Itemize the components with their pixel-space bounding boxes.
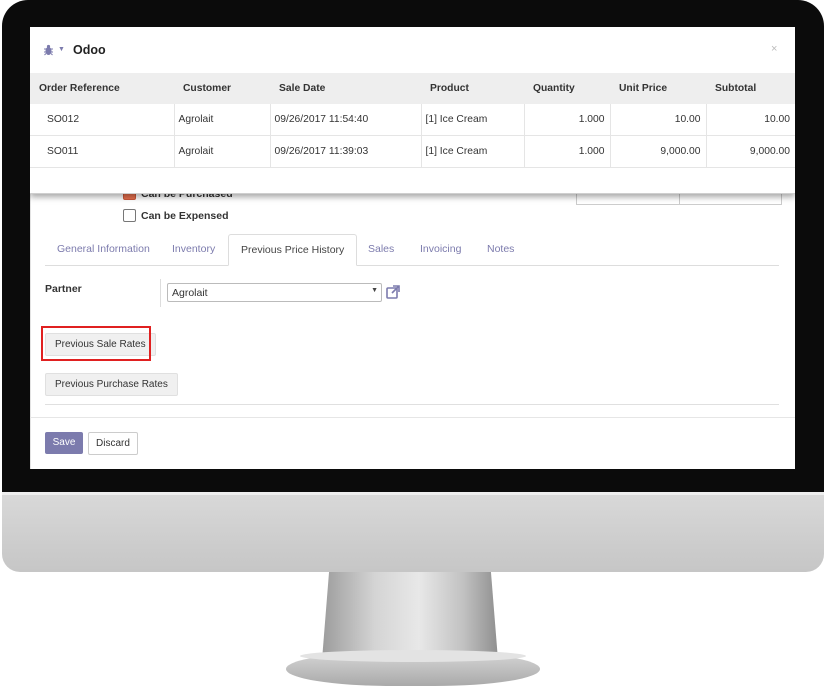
divider (45, 404, 779, 405)
column-header[interactable]: Sale Date (270, 73, 421, 104)
column-header[interactable]: Quantity (524, 73, 610, 104)
bug-icon[interactable] (43, 44, 54, 56)
unit-price-cell: 9,000.00 (610, 135, 707, 168)
product-cell: [1] Ice Cream (421, 104, 525, 136)
dialog-title: Odoo (73, 43, 106, 57)
table-header-row: Order Reference Customer Sale Date Produ… (30, 73, 795, 104)
tab-invoicing[interactable]: Invoicing (420, 234, 461, 265)
can-be-expensed-checkbox[interactable] (123, 209, 136, 222)
monitor-stand-neck (322, 572, 498, 660)
quantity-cell: 1.000 (524, 135, 611, 168)
subtotal-cell: 9,000.00 (706, 135, 795, 168)
order-reference-cell: SO012 (30, 104, 175, 136)
price-history-dialog: ▼ Odoo × Order Reference Customer Sale D… (30, 27, 795, 194)
chevron-down-icon[interactable]: ▼ (371, 287, 378, 294)
close-icon[interactable]: × (771, 43, 777, 55)
dialog-header: ▼ Odoo × (30, 27, 795, 73)
table-row[interactable]: SO011 Agrolait 09/26/2017 11:39:03 [1] I… (30, 135, 795, 168)
field-separator (160, 279, 161, 307)
footer-divider (30, 417, 795, 418)
monitor-stand-foot-top (300, 650, 526, 662)
tab-notes[interactable]: Notes (487, 234, 514, 265)
notebook-tabs: General Information Inventory Previous P… (45, 234, 779, 266)
column-header[interactable]: Customer (174, 73, 270, 104)
tab-sales[interactable]: Sales (368, 234, 394, 265)
monitor-chin-highlight (2, 492, 824, 495)
form-border (30, 187, 31, 469)
customer-cell: Agrolait (174, 135, 271, 168)
tab-general-information[interactable]: General Information (57, 234, 150, 265)
column-header[interactable]: Product (421, 73, 524, 104)
unit-price-cell: 10.00 (610, 104, 707, 136)
subtotal-cell: 10.00 (706, 104, 795, 136)
order-reference-cell: SO011 (30, 135, 175, 168)
discard-button[interactable]: Discard (88, 432, 138, 455)
screen: Can be Purchased Can be Expensed General… (30, 27, 795, 469)
previous-purchase-rates-button[interactable]: Previous Purchase Rates (45, 373, 178, 396)
sale-date-cell: 09/26/2017 11:54:40 (270, 104, 422, 136)
external-link-icon[interactable] (386, 285, 400, 299)
partner-value: Agrolait (172, 287, 208, 299)
chevron-down-icon[interactable]: ▼ (58, 46, 65, 53)
partner-select[interactable]: Agrolait ▼ (167, 283, 382, 302)
partner-label: Partner (45, 283, 82, 295)
tab-inventory[interactable]: Inventory (172, 234, 215, 265)
can-be-expensed-label: Can be Expensed (141, 209, 229, 222)
table-row[interactable]: SO012 Agrolait 09/26/2017 11:54:40 [1] I… (30, 104, 795, 136)
quantity-cell: 1.000 (524, 104, 611, 136)
monitor-chin (2, 492, 824, 572)
highlight-annotation (41, 326, 151, 361)
column-header[interactable]: Unit Price (610, 73, 706, 104)
save-button[interactable]: Save (45, 432, 83, 454)
column-header[interactable]: Subtotal (706, 73, 795, 104)
column-header[interactable]: Order Reference (30, 73, 174, 104)
sale-date-cell: 09/26/2017 11:39:03 (270, 135, 422, 168)
customer-cell: Agrolait (174, 104, 271, 136)
product-cell: [1] Ice Cream (421, 135, 525, 168)
can-be-expensed-row[interactable]: Can be Expensed (123, 209, 229, 222)
sale-history-table: Order Reference Customer Sale Date Produ… (30, 73, 795, 168)
tab-previous-price-history[interactable]: Previous Price History (228, 234, 358, 266)
